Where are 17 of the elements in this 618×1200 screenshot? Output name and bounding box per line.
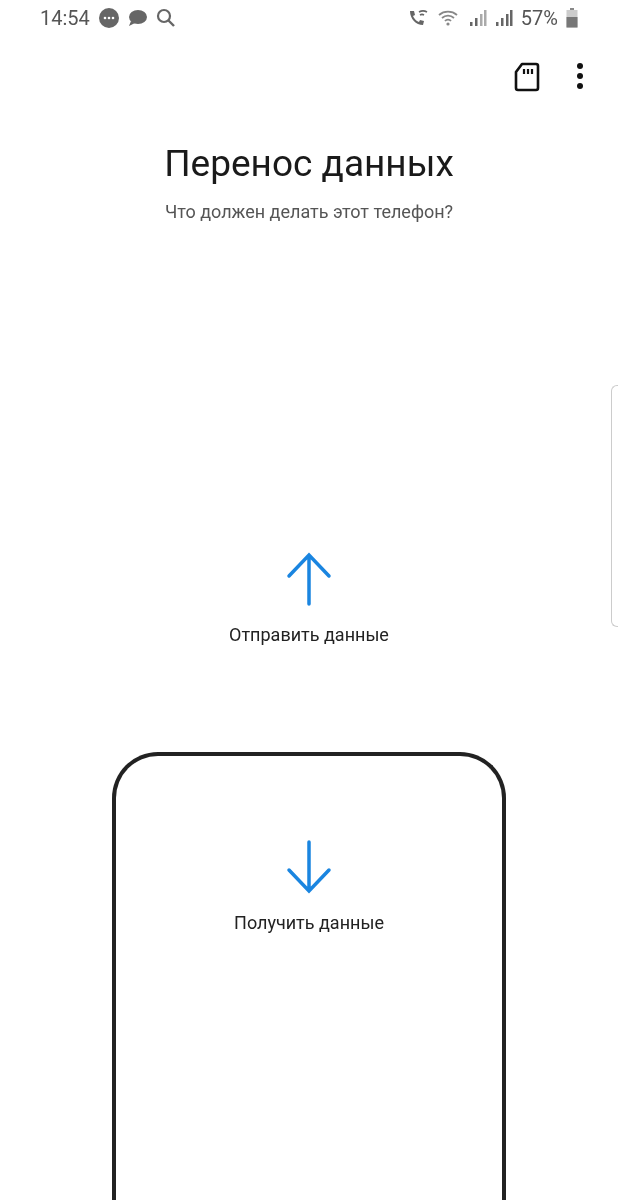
down-arrow-icon	[286, 840, 332, 894]
signal-icon	[468, 9, 487, 27]
clock: 14:54	[40, 6, 90, 30]
option[interactable]: Отправить данные	[0, 552, 618, 682]
page-subtitle: Что должен делать этот телефон?	[163, 201, 455, 222]
up-arrow-icon	[286, 552, 332, 606]
chat-bubble-icon	[127, 9, 148, 27]
page-title: Перенос данных	[163, 142, 455, 185]
battery-icon	[566, 8, 578, 28]
battery-percent: 57%	[520, 6, 558, 30]
message-icon	[97, 7, 120, 29]
signal-icon	[494, 9, 513, 27]
more-options-icon[interactable]	[576, 62, 584, 90]
search-icon	[155, 8, 176, 28]
edge-panel-handle[interactable]	[611, 385, 618, 627]
selected-option-card[interactable]: Получить данные	[112, 752, 506, 1200]
sd-card-icon[interactable]	[514, 62, 540, 92]
